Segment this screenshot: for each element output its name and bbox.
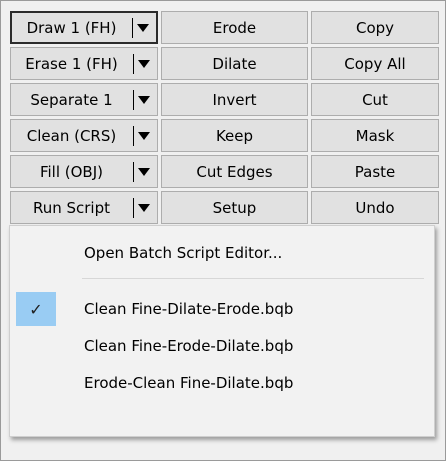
setup-button-label: Setup (212, 198, 257, 217)
paste-button[interactable]: Paste (311, 155, 439, 188)
clean-split-button[interactable]: Clean (CRS) (10, 119, 158, 152)
menu-separator (82, 278, 424, 279)
clean-button-label: Clean (CRS) (26, 126, 117, 145)
erode-button[interactable]: Erode (161, 11, 308, 44)
keep-button-label: Keep (215, 126, 254, 145)
chevron-down-icon[interactable] (138, 203, 150, 212)
erode-button-label: Erode (212, 18, 257, 37)
checkmark-icon: ✓ (16, 292, 56, 326)
dilate-button[interactable]: Dilate (161, 47, 308, 80)
menu-item-script-1[interactable]: ✓ Clean Fine-Dilate-Erode.bqb (12, 292, 432, 326)
split-separator (133, 125, 134, 146)
copy-button[interactable]: Copy (311, 11, 439, 44)
split-separator (132, 17, 133, 38)
draw-split-button[interactable]: Draw 1 (FH) (10, 11, 158, 44)
split-separator (133, 89, 134, 110)
menu-item-label: Erode-Clean Fine-Dilate.bqb (84, 374, 294, 392)
undo-button-label: Undo (355, 198, 395, 217)
fill-button-label: Fill (OBJ) (39, 162, 104, 181)
split-separator (133, 197, 134, 218)
cut-button[interactable]: Cut (311, 83, 439, 116)
setup-button[interactable]: Setup (161, 191, 308, 224)
split-separator (133, 161, 134, 182)
dilate-button-label: Dilate (212, 54, 257, 73)
menu-item-script-3[interactable]: Erode-Clean Fine-Dilate.bqb (12, 366, 432, 400)
menu-item-label: Clean Fine-Dilate-Erode.bqb (84, 300, 294, 318)
chevron-down-icon[interactable] (138, 95, 150, 104)
run-script-dropdown-menu: Open Batch Script Editor... ✓ Clean Fine… (9, 225, 435, 437)
separate-split-button[interactable]: Separate 1 (10, 83, 158, 116)
chevron-down-icon[interactable] (138, 131, 150, 140)
copy-all-button[interactable]: Copy All (311, 47, 439, 80)
copy-button-label: Copy (355, 18, 395, 37)
split-separator (133, 53, 134, 74)
run-script-split-button[interactable]: Run Script (10, 191, 158, 224)
separate-button-label: Separate 1 (30, 90, 113, 109)
chevron-down-icon[interactable] (137, 23, 149, 32)
erase-split-button[interactable]: Erase 1 (FH) (10, 47, 158, 80)
run-script-button-label: Run Script (32, 198, 111, 217)
undo-button[interactable]: Undo (311, 191, 439, 224)
invert-button[interactable]: Invert (161, 83, 308, 116)
mask-button-label: Mask (355, 126, 395, 145)
menu-item-script-2[interactable]: Clean Fine-Erode-Dilate.bqb (12, 329, 432, 363)
menu-item-label: Clean Fine-Erode-Dilate.bqb (84, 337, 294, 355)
erase-button-label: Erase 1 (FH) (25, 54, 118, 73)
menu-item-open-batch-editor[interactable]: Open Batch Script Editor... (12, 236, 432, 270)
keep-button[interactable]: Keep (161, 119, 308, 152)
mask-button[interactable]: Mask (311, 119, 439, 152)
paste-button-label: Paste (354, 162, 396, 181)
cut-edges-button-label: Cut Edges (196, 162, 273, 181)
chevron-down-icon[interactable] (138, 59, 150, 68)
copy-all-button-label: Copy All (344, 54, 406, 73)
fill-split-button[interactable]: Fill (OBJ) (10, 155, 158, 188)
invert-button-label: Invert (212, 90, 257, 109)
chevron-down-icon[interactable] (138, 167, 150, 176)
draw-button-label: Draw 1 (FH) (26, 18, 117, 37)
cut-edges-button[interactable]: Cut Edges (161, 155, 308, 188)
cut-button-label: Cut (362, 90, 388, 109)
menu-item-label: Open Batch Script Editor... (84, 244, 283, 262)
